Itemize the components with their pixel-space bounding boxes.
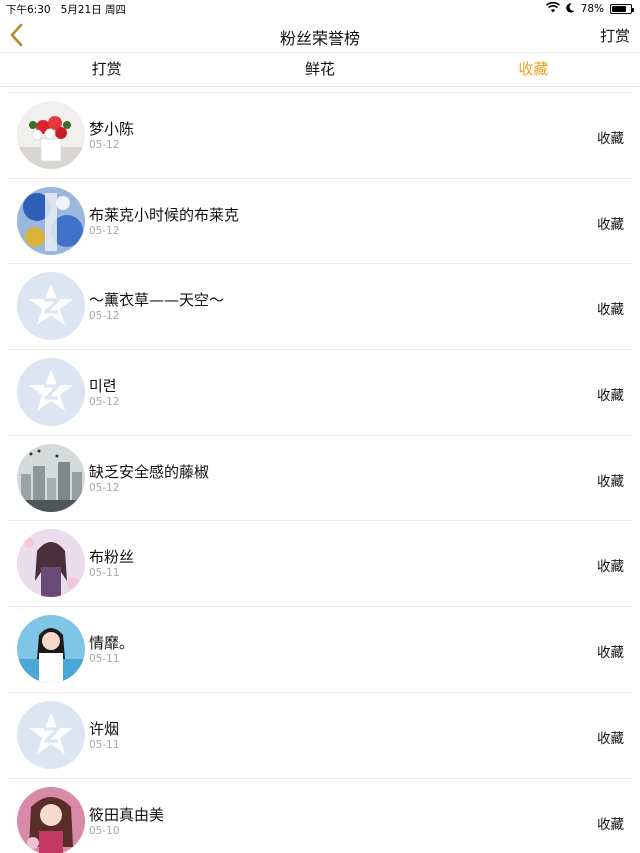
fan-name: 许烟 — [89, 719, 120, 738]
favorite-label: 收藏 — [597, 302, 624, 319]
avatar[interactable] — [17, 700, 85, 769]
list-item[interactable]: 布粉丝 05-11 收藏 — [8, 521, 632, 608]
tab-flowers[interactable]: 鲜花 — [213, 53, 426, 86]
fan-name: 筱田真由美 — [89, 805, 165, 824]
fan-name: ～薰衣草——天空～ — [89, 291, 225, 310]
fan-date: 05-12 — [89, 224, 120, 237]
avatar[interactable] — [17, 272, 85, 341]
battery-percent: 78% — [580, 3, 604, 15]
avatar[interactable] — [17, 101, 85, 169]
fan-name: 情靡。 — [89, 634, 135, 653]
favorite-label: 收藏 — [597, 216, 624, 233]
fan-date: 05-12 — [89, 396, 120, 409]
list-item[interactable]: 筱田真由美 05-10 收藏 — [8, 779, 632, 853]
fan-name: 梦小陈 — [89, 120, 135, 138]
fan-name: 미련 — [89, 377, 117, 396]
list-item[interactable]: 布莱克小时候的布莱克 05-12 收藏 — [8, 179, 632, 265]
fan-date: 05-11 — [89, 738, 120, 751]
list-item[interactable]: 梦小陈 05-12 收藏 — [8, 93, 632, 179]
avatar[interactable] — [17, 529, 85, 598]
fan-date: 05-12 — [89, 310, 120, 323]
favorite-label: 收藏 — [597, 559, 624, 576]
tab-favorites[interactable]: 收藏 — [427, 53, 640, 86]
avatar[interactable] — [17, 443, 85, 512]
favorite-label: 收藏 — [597, 816, 624, 833]
fan-name: 缺乏安全感的藤椒 — [89, 462, 210, 481]
list-item[interactable]: 情靡。 05-11 收藏 — [8, 607, 632, 693]
list-item[interactable]: 미련 05-12 收藏 — [8, 350, 632, 436]
list-item[interactable]: 缺乏安全感的藤椒 05-12 收藏 — [8, 436, 632, 522]
fan-date: 05-12 — [89, 481, 120, 494]
tab-bar: 打赏 鲜花 收藏 — [0, 52, 640, 87]
fan-date: 05-11 — [89, 567, 120, 580]
status-bar: 下午6:30 5月21日 周四 78% — [0, 0, 640, 18]
moon-icon — [565, 2, 575, 16]
favorite-label: 收藏 — [597, 388, 624, 405]
favorite-label: 收藏 — [597, 473, 624, 490]
favorite-label: 收藏 — [597, 645, 624, 662]
avatar[interactable] — [17, 615, 85, 684]
avatar[interactable] — [17, 786, 85, 853]
navigation-bar: 粉丝荣誉榜 打赏 — [0, 18, 640, 52]
list-item[interactable]: 许烟 05-11 收藏 — [8, 693, 632, 779]
favorite-label: 收藏 — [597, 730, 624, 747]
status-time: 下午6:30 — [6, 4, 51, 16]
avatar[interactable] — [17, 186, 85, 255]
status-date: 5月21日 周四 — [60, 4, 126, 16]
wifi-icon — [545, 1, 560, 16]
battery-icon — [610, 4, 634, 14]
fan-list: 梦小陈 05-12 收藏 布莱克小时候的布莱克 05-12 收藏 ～薰衣草——天空～ 05-1… — [0, 93, 640, 853]
avatar[interactable] — [17, 358, 85, 427]
fan-name: 布莱克小时候的布莱克 — [89, 205, 240, 224]
tab-reward[interactable]: 打赏 — [0, 53, 213, 86]
reward-button[interactable]: 打赏 — [600, 25, 630, 46]
list-item[interactable]: ～薰衣草——天空～ 05-12 收藏 — [8, 264, 632, 351]
fan-date: 05-10 — [89, 824, 120, 837]
fan-date: 05-12 — [89, 139, 120, 151]
favorite-label: 收藏 — [597, 131, 624, 147]
page-title: 粉丝荣誉榜 — [279, 29, 360, 48]
fan-name: 布粉丝 — [89, 548, 135, 567]
fan-date: 05-11 — [89, 653, 120, 666]
